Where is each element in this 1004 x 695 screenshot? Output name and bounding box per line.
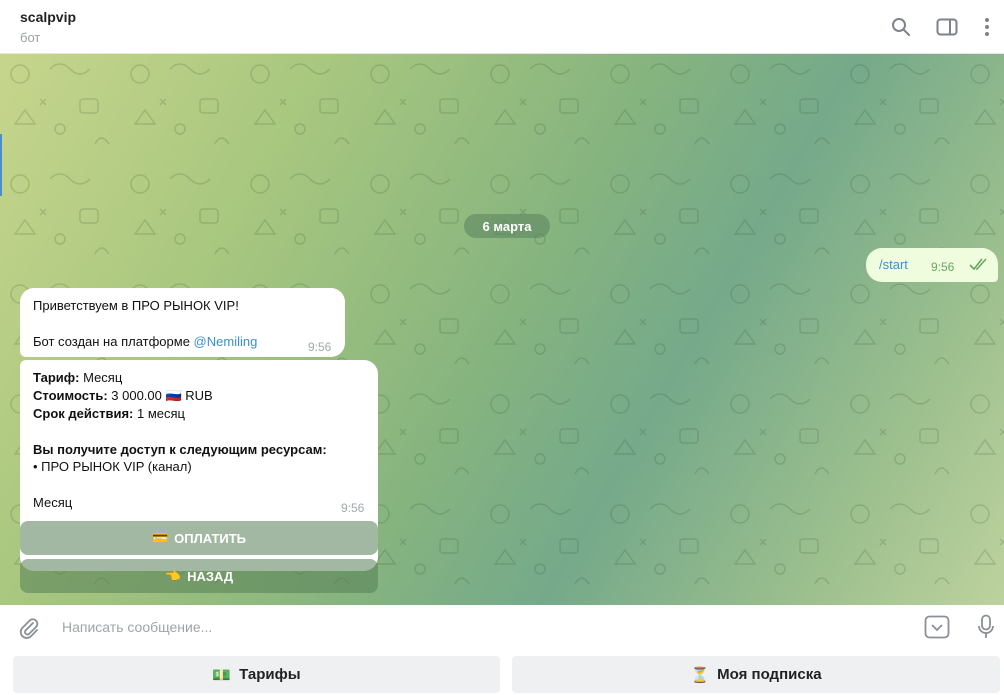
reply-keyboard: 💵 Тарифы ⏳ Моя подписка [0,649,1004,695]
back-button[interactable]: 👈 НАЗАД [20,559,378,593]
welcome-line: Приветствуем в ПРО РЫНОК VIP! [33,298,239,313]
tariff-value: Месяц [79,370,123,385]
outgoing-message-text[interactable]: /start [879,257,908,272]
pay-button-label: ОПЛАТИТЬ [174,530,247,546]
chat-title[interactable]: scalpvip [20,9,76,25]
paperclip-icon[interactable] [16,616,42,640]
sidebar-toggle-icon[interactable] [934,14,960,40]
message-footer: Месяц [33,495,73,510]
tariff-line: Тариф: Месяц [33,370,122,385]
left-accent-bar [0,134,2,196]
incoming-message-welcome[interactable]: Приветствуем в ПРО РЫНОК VIP! Бот создан… [20,288,345,357]
message-time: 9:56 [308,340,332,354]
period-label: Срок действия: [33,406,134,421]
chat-header: scalpvip бот [0,0,1004,54]
my-subscription-button[interactable]: ⏳ Моя подписка [512,656,1000,693]
price-value: 3 000.00 [107,388,166,403]
money-icon: 💵 [212,666,232,684]
message-time: 9:56 [341,501,365,515]
resource-item: • ПРО РЫНОК VIP (канал) [33,459,192,474]
hourglass-icon: ⏳ [690,666,710,684]
tariff-label: Тариф: [33,370,80,385]
message-composer: Написать сообщение... [0,605,1004,649]
price-currency: RUB [181,388,213,403]
message-input[interactable]: Написать сообщение... [62,619,212,635]
double-check-icon [969,257,989,276]
pay-button[interactable]: 💳 ОПЛАТИТЬ [20,521,378,555]
chat-subtitle: бот [20,30,41,45]
outgoing-message[interactable]: /start 9:56 [866,248,998,282]
pointing-left-icon: 👈 [164,568,182,583]
price-label: Стоимость: [33,388,108,403]
search-icon[interactable] [888,14,914,40]
tariffs-button[interactable]: 💵 Тарифы [13,656,500,693]
platform-text: Бот создан на платформе [33,334,194,349]
resources-heading: Вы получите доступ к следующим ресурсам: [33,442,327,457]
date-separator: 6 марта [464,214,550,238]
resources-label: Вы получите доступ к следующим ресурсам: [33,442,327,457]
mention-link[interactable]: @Nemiling [194,334,258,349]
price-line: Стоимость: 3 000.00 🇷🇺 RUB [33,388,213,404]
russia-flag-icon: 🇷🇺 [165,388,182,403]
credit-card-icon: 💳 [151,530,169,545]
more-vertical-icon[interactable] [974,14,1000,40]
tariffs-button-label: Тарифы [239,666,301,683]
outgoing-message-time: 9:56 [931,260,955,274]
back-button-label: НАЗАД [187,568,234,584]
microphone-icon[interactable] [976,614,996,640]
my-subscription-button-label: Моя подписка [717,666,822,683]
chat-area[interactable]: 6 марта /start 9:56 Приветствуем в ПРО Р… [0,54,1004,605]
period-line: Срок действия: 1 месяц [33,406,185,421]
bot-keyboard-icon[interactable] [924,615,950,639]
period-value: 1 месяц [133,406,185,421]
platform-line: Бот создан на платформе @Nemiling [33,334,257,349]
